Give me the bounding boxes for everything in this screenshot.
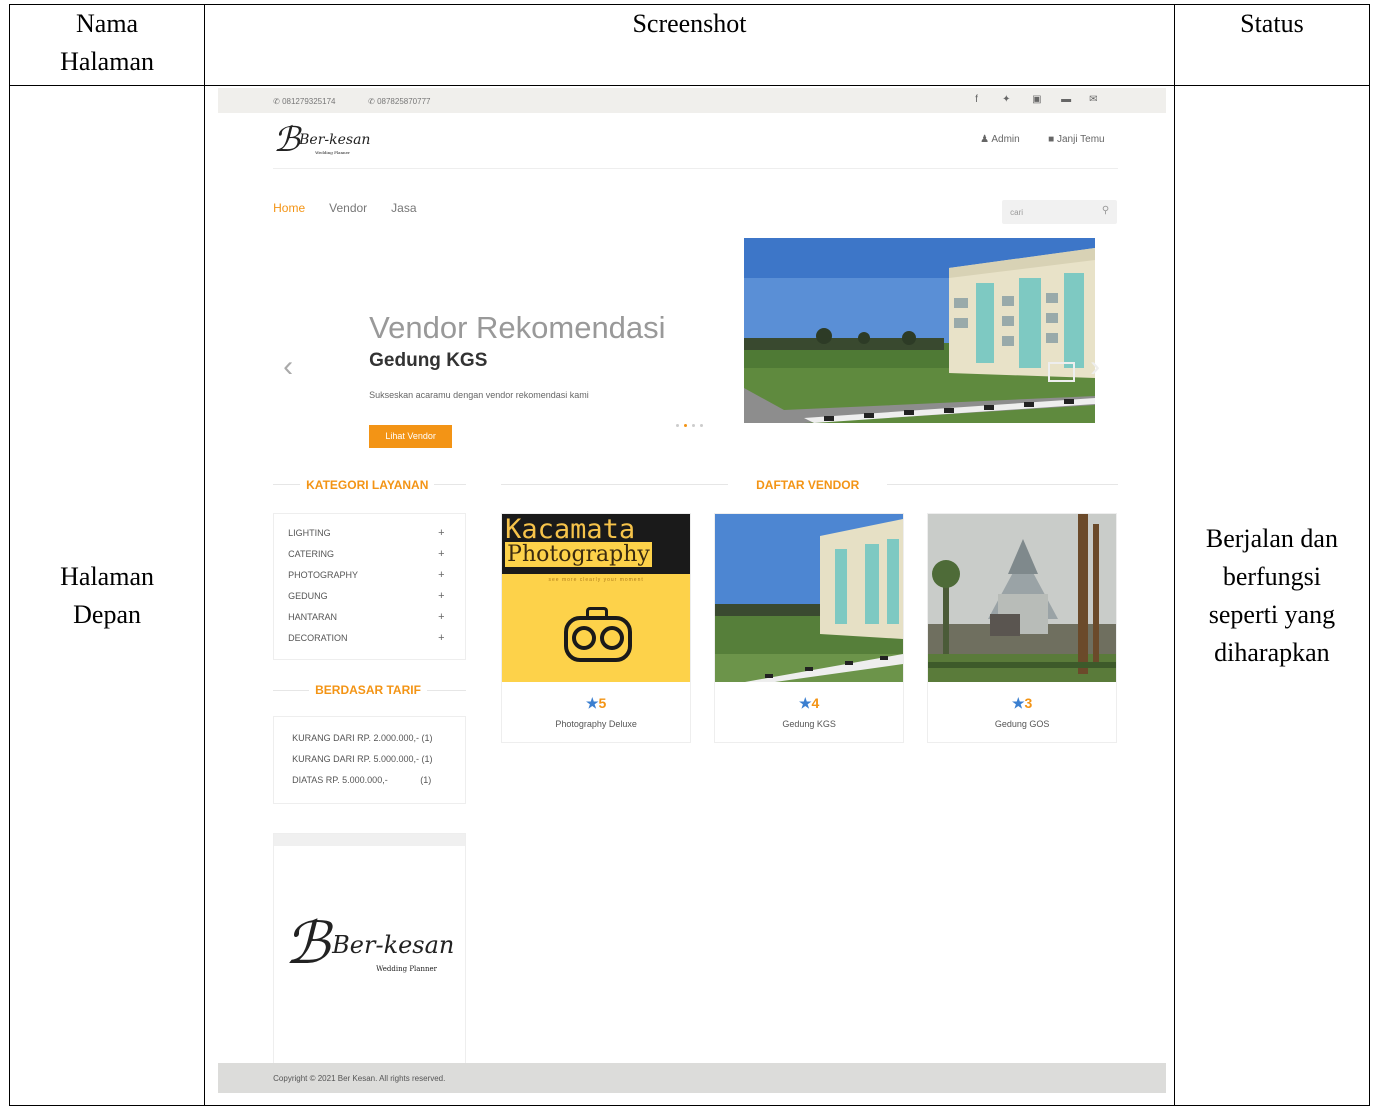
phone-2[interactable]: ✆ 087825870777	[368, 97, 430, 106]
kategori-item[interactable]: DECORATION	[288, 633, 347, 643]
vendor-image-gedung-gos[interactable]	[928, 514, 1117, 682]
plus-icon[interactable]: +	[438, 548, 444, 560]
vendor-rating: ★4	[798, 695, 820, 711]
vendor-image-kacamata[interactable]: Kacamata Photography see more clearly yo…	[502, 514, 691, 682]
website-screenshot: ✆ 081279325174 ✆ 087825870777 f ✦ ▣ ▬ ✉ …	[218, 88, 1167, 1105]
sidebar-banner: ℬ Ber-kesan Wedding Planner	[273, 833, 467, 1065]
phone-1[interactable]: ✆ 081279325174	[273, 97, 335, 106]
header-nama-text: Nama Halaman	[60, 9, 154, 76]
kategori-item[interactable]: GEDUNG	[288, 591, 328, 601]
slider-subtitle: Gedung KGS	[369, 350, 488, 371]
screenshot-cell: ✆ 081279325174 ✆ 087825870777 f ✦ ▣ ▬ ✉ …	[204, 85, 1175, 1106]
kategori-title: KATEGORI LAYANAN	[300, 478, 435, 492]
search-icon[interactable]: ⚲	[1102, 205, 1109, 216]
tarif-item[interactable]: KURANG DARI RP. 2.000.000,- (1)	[292, 733, 432, 743]
status-line: Berjalan dan	[1205, 523, 1338, 553]
plus-icon[interactable]: +	[438, 590, 444, 602]
plus-icon[interactable]: +	[438, 569, 444, 581]
document-page: Nama Halaman Screenshot Status Halaman D…	[8, 4, 1371, 1108]
nav-jasa[interactable]: Jasa	[391, 201, 416, 215]
kategori-item[interactable]: LIGHTING	[288, 528, 331, 538]
plus-icon[interactable]: +	[438, 527, 444, 539]
search-input[interactable]: cari ⚲	[1002, 200, 1118, 224]
header-screenshot-text: Screenshot	[632, 9, 747, 38]
page-name-line: Depan	[73, 599, 141, 629]
vendor-name[interactable]: Photography Deluxe	[502, 719, 690, 729]
status-cell: Berjalan dan berfungsi seperti yang diha…	[1173, 85, 1371, 1106]
page-name-line: Halaman	[60, 561, 154, 591]
header-status-text: Status	[1240, 9, 1304, 38]
table-header-row: Nama Halaman Screenshot Status	[8, 4, 1371, 86]
vendor-rating: ★5	[585, 695, 607, 711]
star-icon: ★	[1011, 695, 1025, 711]
kategori-list: LIGHTING + CATERING + PHOTOGRAPHY + GEDUNG +…	[273, 513, 467, 660]
twitter-icon[interactable]: ✦	[1002, 94, 1010, 105]
vendor-name[interactable]: Gedung GOS	[928, 719, 1116, 729]
instagram-icon[interactable]: ▣	[1032, 94, 1041, 105]
copyright-text: Copyright © 2021 Ber Kesan. All rights r…	[273, 1074, 446, 1083]
nav-home[interactable]: Home	[273, 201, 305, 215]
table-row: Halaman Depan ✆ 081279325174 ✆ 087825870…	[8, 85, 1371, 1106]
vendor-image-gedung-kgs[interactable]	[715, 514, 904, 682]
plus-icon[interactable]: +	[438, 611, 444, 623]
vendor-title: DAFTAR VENDOR	[728, 478, 888, 492]
top-bar: ✆ 081279325174 ✆ 087825870777 f ✦ ▣ ▬ ✉	[218, 88, 1167, 113]
kategori-item[interactable]: CATERING	[288, 549, 334, 559]
youtube-icon[interactable]: ▬	[1061, 94, 1071, 105]
page-name-cell: Halaman Depan	[8, 85, 206, 1106]
slider-description: Sukseskan acaramu dengan vendor rekomend…	[369, 390, 589, 400]
slider-image-building	[744, 238, 1096, 423]
divider	[273, 168, 1119, 169]
lihat-vendor-button[interactable]: Lihat Vendor	[369, 425, 453, 448]
kategori-item[interactable]: PHOTOGRAPHY	[288, 570, 358, 580]
header-nama-halaman: Nama Halaman	[8, 4, 206, 86]
vendor-rating: ★3	[1011, 695, 1033, 711]
facebook-icon[interactable]: f	[975, 94, 978, 105]
slider-indicators[interactable]	[676, 414, 708, 432]
vendor-card[interactable]: Kacamata Photography see more clearly yo…	[501, 513, 692, 743]
status-line: diharapkan	[1214, 637, 1330, 667]
header-status: Status	[1173, 4, 1371, 86]
test-result-table: Nama Halaman Screenshot Status Halaman D…	[8, 4, 1371, 1106]
vendor-name[interactable]: Gedung KGS	[715, 719, 903, 729]
site-footer: Copyright © 2021 Ber Kesan. All rights r…	[218, 1063, 1167, 1093]
status-line: berfungsi	[1222, 561, 1322, 591]
slider-title: Vendor Rekomendasi	[369, 310, 666, 345]
tarif-item[interactable]: KURANG DARI RP. 5.000.000,- (1)	[292, 754, 432, 764]
tarif-list: KURANG DARI RP. 2.000.000,- (1) KURANG D…	[273, 716, 467, 804]
vendor-card[interactable]: ★4 Gedung KGS	[714, 513, 905, 743]
status-line: seperti yang	[1208, 599, 1336, 629]
slider-prev-arrow[interactable]: ‹	[283, 350, 293, 384]
star-icon: ★	[798, 695, 812, 711]
slider-next-arrow[interactable]: ›	[1090, 350, 1100, 384]
header-screenshot: Screenshot	[204, 4, 1175, 86]
tarif-title: BERDASAR TARIF	[309, 683, 427, 697]
kategori-item[interactable]: HANTARAN	[288, 612, 337, 622]
tarif-item[interactable]: DIATAS RP. 5.000.000,- (1)	[292, 775, 431, 785]
plus-icon[interactable]: +	[438, 632, 444, 644]
star-icon: ★	[585, 695, 599, 711]
nav-vendor[interactable]: Vendor	[329, 201, 367, 215]
janji-temu-link[interactable]: ■ Janji Temu	[1048, 134, 1104, 145]
admin-link[interactable]: ♟ Admin	[980, 134, 1020, 145]
vendor-card[interactable]: ★3 Gedung GOS	[927, 513, 1118, 743]
mail-icon[interactable]: ✉	[1089, 94, 1097, 105]
